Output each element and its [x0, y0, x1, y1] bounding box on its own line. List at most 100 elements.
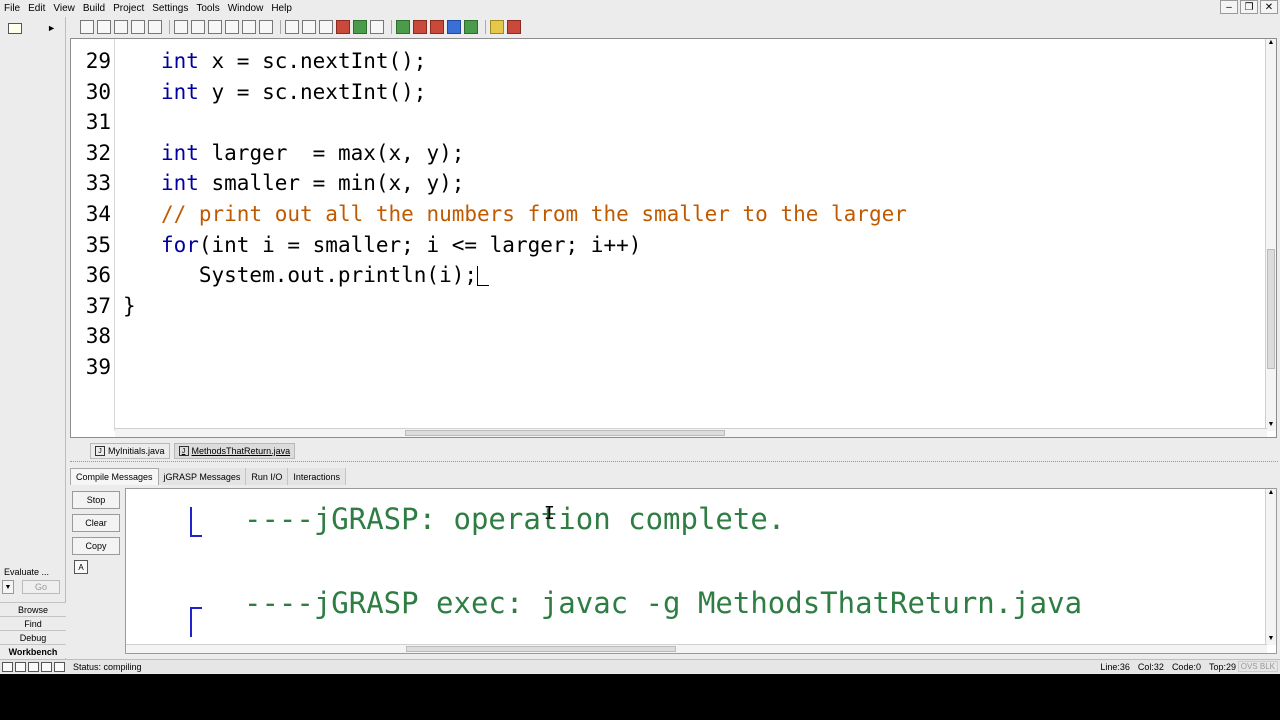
- tab-compile-messages[interactable]: Compile Messages: [70, 468, 159, 485]
- cursor-position: Line:36 Col:32 Code:0 Top:29: [1092, 660, 1236, 674]
- grid-icon[interactable]: [28, 661, 39, 672]
- undo-icon[interactable]: [225, 20, 239, 34]
- scroll-thumb[interactable]: [405, 430, 725, 436]
- split-icon[interactable]: [15, 661, 26, 672]
- menu-bar: File Edit View Build Project Settings To…: [0, 0, 1280, 16]
- code-line[interactable]: System.out.println(i);: [123, 260, 490, 290]
- tab-browse[interactable]: Browse: [0, 602, 66, 616]
- tab-find[interactable]: Find: [0, 616, 66, 630]
- csd-icon[interactable]: [285, 20, 299, 34]
- page-icon[interactable]: [319, 20, 333, 34]
- find-icon[interactable]: [259, 20, 273, 34]
- window-icon[interactable]: [464, 20, 478, 34]
- code-line[interactable]: int x = sc.nextInt();: [123, 46, 427, 76]
- file-tab-methodsthatreturn[interactable]: J MethodsThatReturn.java: [173, 443, 296, 459]
- layout-icon[interactable]: [2, 661, 13, 672]
- mode-indicator: OVS BLK: [1237, 661, 1278, 672]
- applet-icon[interactable]: [447, 20, 461, 34]
- save-all-icon[interactable]: [131, 20, 145, 34]
- column-indicator: Col:32: [1137, 662, 1164, 672]
- menu-build[interactable]: Build: [83, 3, 105, 14]
- scroll-up-icon[interactable]: ▲: [1266, 489, 1276, 499]
- compile-messages-area[interactable]: ----jGRASP: operation complete. I ----jG…: [125, 488, 1277, 654]
- code-editor[interactable]: 29 30 31 32 33 34 35 36 37 38 39 int x = sc.nextIn…: [70, 38, 1277, 438]
- scroll-up-icon[interactable]: ▲: [1266, 39, 1276, 49]
- menu-settings[interactable]: Settings: [152, 3, 188, 14]
- chevron-down-icon[interactable]: ▼: [2, 580, 14, 594]
- new-file-icon[interactable]: [80, 20, 94, 34]
- line-number: 39: [85, 355, 111, 379]
- restore-icon[interactable]: ❐: [1240, 0, 1258, 14]
- menu-file[interactable]: File: [4, 3, 20, 14]
- close-icon[interactable]: ✕: [1260, 0, 1278, 14]
- save-icon[interactable]: [114, 20, 128, 34]
- stop-button[interactable]: Stop: [72, 491, 120, 509]
- scroll-down-icon[interactable]: ▼: [1266, 421, 1276, 431]
- menu-tools[interactable]: Tools: [196, 3, 219, 14]
- uml-icon[interactable]: [490, 20, 504, 34]
- scroll-down-icon[interactable]: ▼: [1266, 635, 1276, 645]
- paste-icon[interactable]: [208, 20, 222, 34]
- menu-help[interactable]: Help: [271, 3, 292, 14]
- splitter[interactable]: [70, 461, 1278, 465]
- file-tabs: J MyInitials.java J MethodsThatReturn.ja…: [90, 443, 299, 459]
- tab-interactions[interactable]: Interactions: [288, 468, 346, 485]
- toolbar-divider: [169, 20, 170, 34]
- tab-debug[interactable]: Debug: [0, 630, 66, 644]
- tab-jgrasp-messages[interactable]: jGRASP Messages: [158, 468, 247, 485]
- code-line[interactable]: int y = sc.nextInt();: [123, 77, 427, 107]
- code-line[interactable]: for(int i = smaller; i <= larger; i++): [123, 230, 641, 260]
- run-icon[interactable]: [430, 20, 444, 34]
- cut-icon[interactable]: [174, 20, 188, 34]
- font-size-icon[interactable]: A: [74, 560, 88, 574]
- pin-icon[interactable]: [336, 20, 350, 34]
- code-line[interactable]: int smaller = min(x, y);: [123, 168, 464, 198]
- status-bar: Status: compiling Line:36 Col:32 Code:0 …: [0, 659, 1280, 673]
- messages-vertical-scrollbar[interactable]: ▲ ▼: [1265, 489, 1276, 645]
- editor-vertical-scrollbar[interactable]: ▲ ▼: [1265, 39, 1276, 431]
- open-file-icon[interactable]: [97, 20, 111, 34]
- tile-icon[interactable]: [41, 661, 52, 672]
- debug-bug-icon[interactable]: [413, 20, 427, 34]
- menu-project[interactable]: Project: [113, 3, 144, 14]
- scroll-thumb[interactable]: [1267, 249, 1275, 369]
- file-tab-myinitials[interactable]: J MyInitials.java: [90, 443, 170, 459]
- cascade-icon[interactable]: [54, 661, 65, 672]
- compile-icon[interactable]: [396, 20, 410, 34]
- menu-window[interactable]: Window: [228, 3, 264, 14]
- scroll-thumb[interactable]: [406, 646, 676, 652]
- copy-button[interactable]: Copy: [72, 537, 120, 555]
- line-number: 34: [85, 202, 111, 226]
- tab-run-io[interactable]: Run I/O: [246, 468, 289, 485]
- fold-icon[interactable]: [370, 20, 384, 34]
- code-line[interactable]: }: [123, 291, 136, 321]
- tab-workbench[interactable]: Workbench: [0, 644, 66, 658]
- copy-icon[interactable]: [191, 20, 205, 34]
- messages-horizontal-scrollbar[interactable]: [126, 644, 1267, 653]
- evaluate-row: ▼ Go: [2, 579, 64, 595]
- print-icon[interactable]: [148, 20, 162, 34]
- message-bracket-icon: [190, 507, 202, 537]
- evaluate-label: Evaluate ...: [4, 567, 50, 577]
- monitor-icon[interactable]: [8, 22, 22, 34]
- minimize-icon[interactable]: –: [1220, 0, 1238, 14]
- code-keyword: int: [160, 171, 199, 196]
- toolbar-divider: [280, 20, 281, 34]
- go-button[interactable]: Go: [22, 580, 60, 594]
- code-line[interactable]: // print out all the numbers from the sm…: [123, 199, 907, 229]
- remove-csd-icon[interactable]: [302, 20, 316, 34]
- code-keyword: int: [160, 79, 199, 104]
- editor-horizontal-scrollbar[interactable]: [115, 428, 1267, 437]
- menu-edit[interactable]: Edit: [28, 3, 45, 14]
- menu-view[interactable]: View: [53, 3, 75, 14]
- code-line[interactable]: int larger = max(x, y);: [123, 138, 464, 168]
- redo-icon[interactable]: [242, 20, 256, 34]
- line-indicator: Line:36: [1100, 662, 1130, 672]
- jgrasp-window: File Edit View Build Project Settings To…: [0, 0, 1280, 674]
- toolbar: [0, 17, 1280, 37]
- book-icon[interactable]: [507, 20, 521, 34]
- person-icon[interactable]: [353, 20, 367, 34]
- clear-button[interactable]: Clear: [72, 514, 120, 532]
- arrow-right-icon[interactable]: ►: [47, 23, 56, 33]
